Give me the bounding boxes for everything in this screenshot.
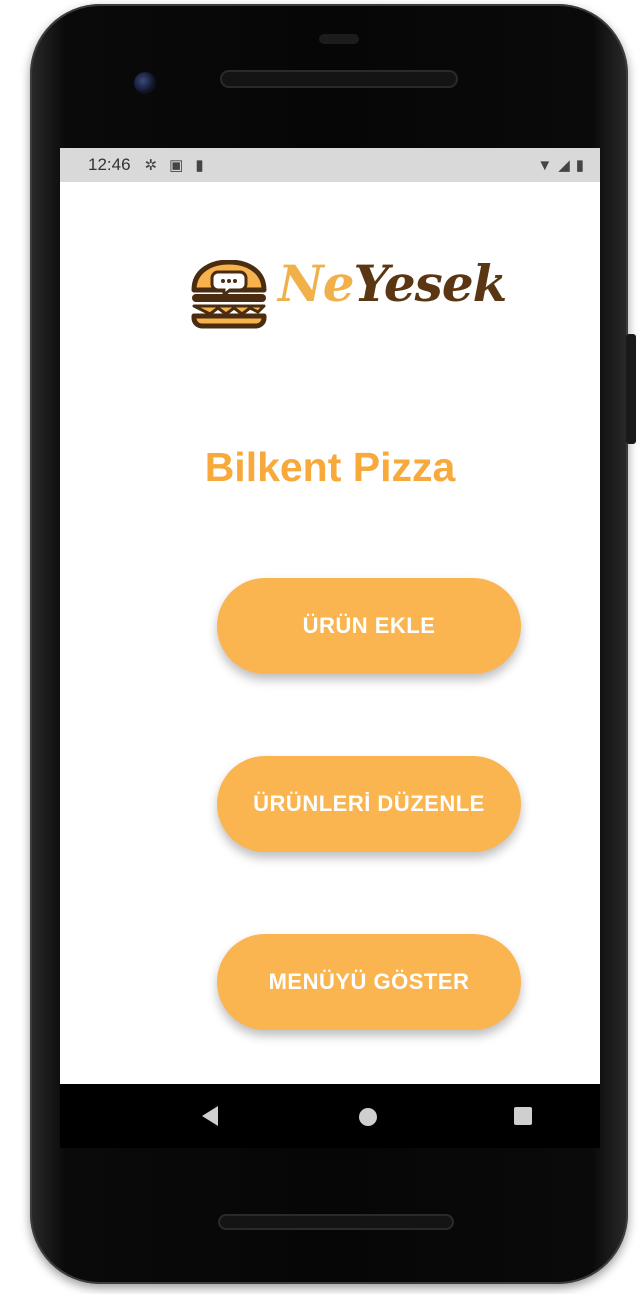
phone-frame: 12:46 ✲ ▣ ▮ ▼ ◢ ▮ NeYesek Bilkent Pizza … <box>30 4 636 1284</box>
show-menu-button[interactable]: MENÜYÜ GÖSTER <box>217 934 521 1030</box>
back-icon[interactable] <box>202 1106 218 1126</box>
edit-products-button[interactable]: ÜRÜNLERİ DÜZENLE <box>217 756 521 852</box>
burger-chat-icon <box>191 260 267 329</box>
bottom-speaker <box>218 1214 454 1230</box>
home-icon[interactable] <box>359 1108 377 1126</box>
logo-wordmark: NeYesek <box>278 254 508 313</box>
status-bar: 12:46 ✲ ▣ ▮ ▼ ◢ ▮ <box>60 148 600 182</box>
a-icon: ▣ <box>169 157 184 174</box>
battery-icon: ▮ <box>575 157 584 174</box>
front-camera <box>134 72 156 94</box>
navigation-bar <box>60 1084 600 1148</box>
restaurant-title: Bilkent Pizza <box>204 444 456 490</box>
top-speaker <box>220 70 458 88</box>
recents-icon[interactable] <box>514 1107 532 1125</box>
logo-text-yesek: Yesek <box>353 254 508 313</box>
status-right-icons: ▼ ◢ ▮ <box>537 148 584 182</box>
wifi-icon: ▼ <box>537 156 553 174</box>
status-time: 12:46 <box>88 155 131 174</box>
sd-card-icon: ▮ <box>195 157 204 174</box>
add-product-button[interactable]: ÜRÜN EKLE <box>217 578 521 674</box>
logo-text-ne: Ne <box>278 254 355 313</box>
signal-icon: ◢ <box>558 157 570 174</box>
app-logo: NeYesek <box>188 252 548 340</box>
gear-icon: ✲ <box>144 157 158 174</box>
power-button <box>626 334 636 444</box>
app-screen: 12:46 ✲ ▣ ▮ ▼ ◢ ▮ NeYesek Bilkent Pizza … <box>60 148 600 1084</box>
top-sensor <box>319 34 359 44</box>
